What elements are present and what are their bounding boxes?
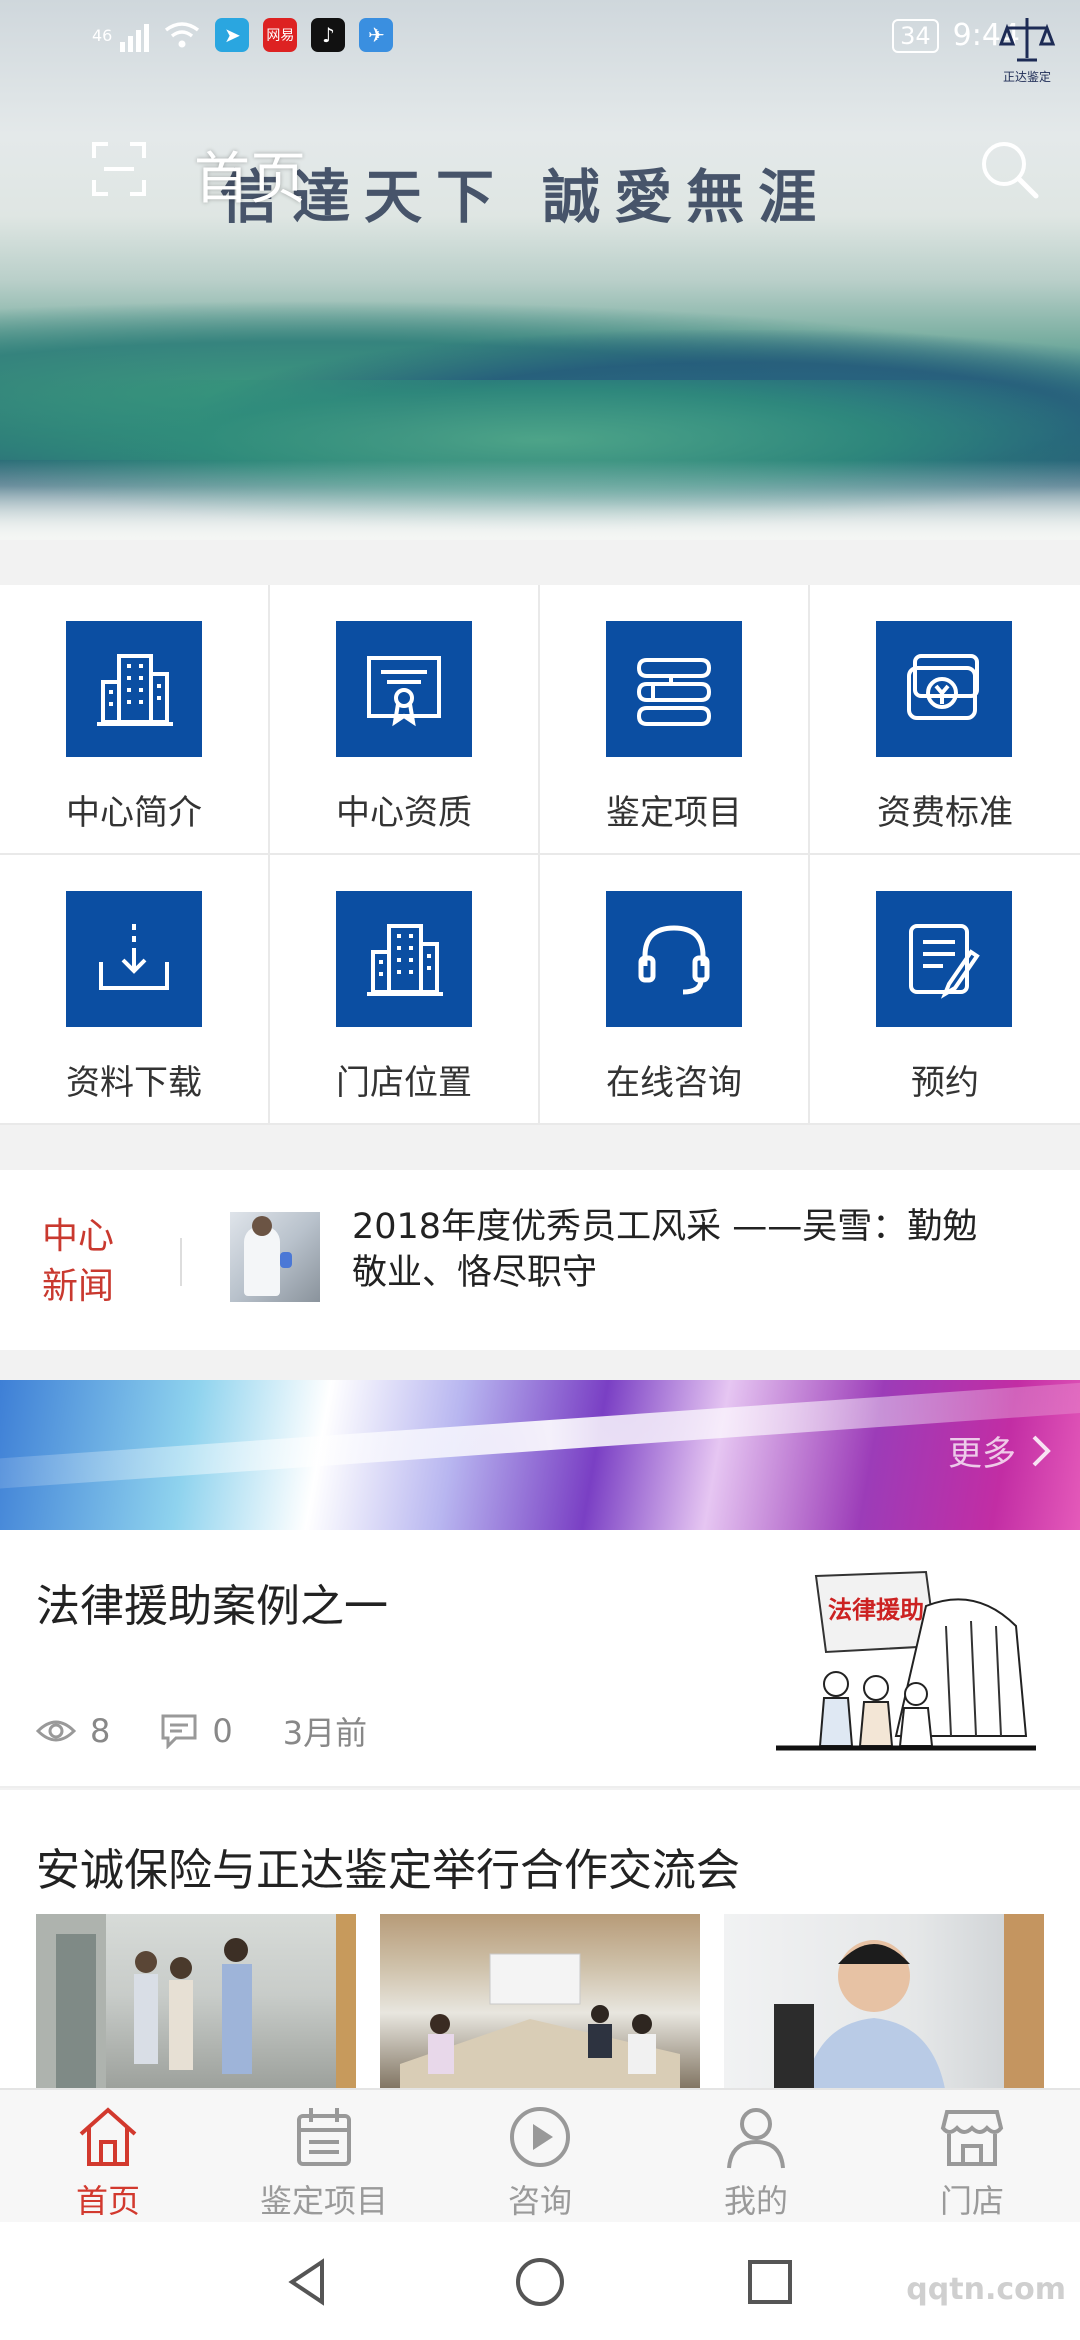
grid-item-label: 鉴定项目 [606, 793, 742, 833]
article-photo [724, 1914, 1044, 2094]
recents-icon[interactable] [744, 2256, 796, 2308]
news-thumbnail [230, 1212, 320, 1302]
grid-item-fee-standard[interactable]: 资费标准 [810, 585, 1080, 855]
telegram-app-icon: ➤ [215, 18, 250, 52]
tiktok-app-icon: ♪ [311, 18, 346, 52]
status-bar: 46 ➤ 网易 ♪ ✈ 34 9:44 正达鉴定 [0, 0, 1080, 84]
building-icon [66, 621, 202, 757]
battery-indicator: 34 [892, 18, 939, 53]
tab-appraisal-projects[interactable]: 鉴定项目 [216, 2090, 432, 2222]
article-photo [36, 1914, 356, 2094]
home-circle-icon[interactable] [514, 2256, 566, 2308]
grid-item-label: 中心简介 [66, 793, 202, 833]
view-count: 8 [90, 1712, 111, 1750]
user-icon [727, 2108, 785, 2169]
tab-store[interactable]: 门店 [864, 2090, 1080, 2222]
grid-item-appraisal-projects[interactable]: 鉴定项目 [540, 585, 810, 855]
news-tag: 中心 新闻 [42, 1216, 115, 1307]
article-thumbnail: 法律援助 [776, 1566, 1036, 1756]
feature-grid: 中心简介 中心资质 鉴定项目 资费标准 资料下载 门店位置 在线咨询 预约 [0, 585, 1080, 1125]
certificate-icon [336, 621, 472, 757]
news-ticker[interactable]: 中心 新闻 2018年度优秀员工风采 ——吴雪：勤勉敬业、恪尽职守 [0, 1170, 1080, 1350]
article-title[interactable]: 法律援助案例之一 [36, 1570, 388, 1634]
eye-icon [36, 1720, 76, 1742]
grid-item-label: 资费标准 [877, 793, 1013, 833]
article-card[interactable]: 安诚保险与正达鉴定举行合作交流会 [0, 1790, 1080, 2094]
grid-item-label: 在线咨询 [606, 1063, 742, 1103]
grid-item-online-consult[interactable]: 在线咨询 [540, 855, 810, 1125]
tab-consult[interactable]: 咨询 [432, 2090, 648, 2222]
article-meta: 8 0 3月前 [36, 1708, 385, 1754]
grid-item-label: 门店位置 [336, 1063, 472, 1103]
tab-mine[interactable]: 我的 [648, 2090, 864, 2222]
network-type: 46 [92, 25, 113, 45]
building-icon [336, 891, 472, 1027]
section-banner: 更多 [0, 1380, 1080, 1530]
grid-item-center-intro[interactable]: 中心简介 [0, 585, 270, 855]
money-cards-icon [876, 621, 1012, 757]
divider [180, 1238, 182, 1286]
grid-item-appointment[interactable]: 预约 [810, 855, 1080, 1125]
page-title: 首页 [194, 147, 306, 212]
article-title[interactable]: 安诚保险与正达鉴定举行合作交流会 [36, 1834, 740, 1898]
wifi-icon [165, 22, 200, 48]
org-logo: 正达鉴定 [992, 14, 1062, 94]
bottom-tab-bar: 首页 鉴定项目 咨询 我的 门店 [0, 2088, 1080, 2222]
article-photo [380, 1914, 700, 2094]
comment-count: 0 [212, 1712, 233, 1750]
store-icon [940, 2110, 1004, 2166]
more-link[interactable]: 更多 [948, 1426, 1052, 1475]
download-icon [66, 891, 202, 1027]
hero-banner: 信達天下 誠愛無涯 46 ➤ 网易 ♪ ✈ 34 9:44 正达鉴定 首页 [0, 0, 1080, 540]
back-icon[interactable] [282, 2256, 334, 2308]
grid-item-downloads[interactable]: 资料下载 [0, 855, 270, 1125]
grid-item-label: 中心资质 [336, 793, 472, 833]
books-icon [606, 621, 742, 757]
article-photos [36, 1914, 1044, 2094]
publish-time: 3月前 [282, 1714, 368, 1752]
calendar-icon [297, 2108, 351, 2166]
grid-item-label: 资料下载 [66, 1063, 202, 1103]
search-icon[interactable] [978, 138, 1040, 200]
grid-item-label: 预约 [911, 1063, 979, 1103]
home-icon [79, 2107, 137, 2166]
grid-item-store-location[interactable]: 门店位置 [270, 855, 540, 1125]
svg-text:法律援助: 法律援助 [828, 1596, 924, 1624]
mail-app-icon: ✈ [359, 18, 394, 52]
headset-icon [606, 891, 742, 1027]
article-card[interactable]: 法律援助案例之一 8 0 3月前 法律援助 [0, 1530, 1080, 1788]
watermark: qqtn.com [906, 2272, 1066, 2307]
chevron-right-icon [1032, 1435, 1051, 1466]
system-navigation-bar: qqtn.com [0, 2222, 1080, 2340]
play-circle-icon [510, 2107, 570, 2167]
tab-home[interactable]: 首页 [0, 2090, 216, 2222]
signal-icon [120, 18, 150, 52]
scan-icon[interactable] [90, 140, 148, 198]
news-headline[interactable]: 2018年度优秀员工风采 ——吴雪：勤勉敬业、恪尽职守 [352, 1204, 1012, 1296]
grid-item-qualification[interactable]: 中心资质 [270, 585, 540, 855]
netease-app-icon: 网易 [263, 18, 298, 52]
comment-icon [161, 1714, 197, 1749]
edit-document-icon [876, 891, 1012, 1027]
